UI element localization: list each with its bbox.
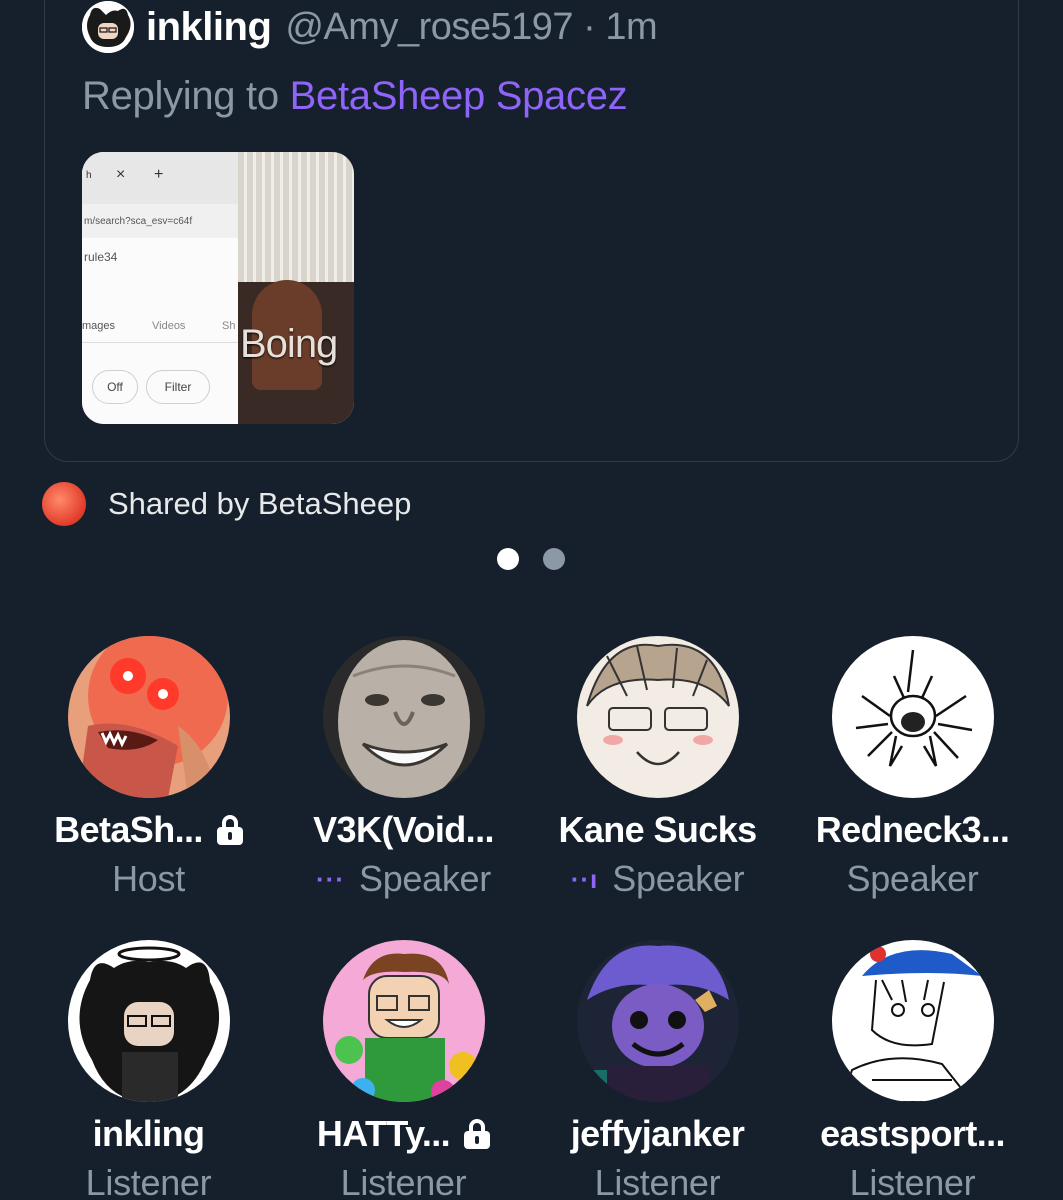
speaking-indicator-icon: ··· — [316, 863, 345, 894]
participant-role: Speaker — [612, 858, 745, 899]
lock-icon — [464, 1119, 491, 1149]
replying-to-mention[interactable]: BetaSheep Spacez — [290, 74, 628, 118]
media-pill-filter: Filter — [146, 370, 210, 404]
sketch-face-avatar — [577, 636, 739, 798]
ink-demon-avatar — [68, 940, 230, 1102]
media-pill-off: Off — [92, 370, 138, 404]
space-screen: inkling @Amy_rose5197 · 1m Replying to B… — [0, 0, 1063, 1200]
media-tab-images: mages — [82, 320, 116, 332]
media-urlbar: m/search?sca_esv=c64f — [82, 204, 238, 238]
purple-creature-avatar — [577, 940, 739, 1102]
participant-tile[interactable]: V3K(Void... ··· Speaker — [276, 636, 531, 906]
media-tab-new-icon: + — [154, 166, 164, 183]
shared-by-avatar — [42, 482, 86, 526]
tweet-author-handle-time: @Amy_rose5197 · 1m — [285, 5, 658, 48]
replying-to-label: Replying to — [82, 74, 279, 118]
participant-role: Host — [112, 858, 185, 899]
red-creature-avatar — [68, 636, 230, 798]
participant-tile[interactable]: HATTy... Listener — [276, 940, 531, 1200]
participant-role-row: Listener — [21, 1160, 276, 1200]
participant-tile[interactable]: inkling Listener — [21, 940, 276, 1200]
participant-name: Kane Sucks — [558, 809, 757, 850]
media-divider — [82, 342, 238, 343]
tweet-header: inkling @Amy_rose5197 · 1m — [82, 1, 658, 53]
participant-name-row: eastsport... — [785, 1110, 1040, 1158]
participant-role-row: Listener — [785, 1160, 1040, 1200]
tweet-author-avatar[interactable] — [82, 1, 134, 53]
participant-tile[interactable]: Kane Sucks ··ı Speaker — [530, 636, 785, 906]
cartoon-boy-avatar — [323, 940, 485, 1102]
participant-name-row: HATTy... — [276, 1110, 531, 1158]
media-tab-fragment: h — [86, 170, 92, 181]
pagination-dot[interactable] — [543, 548, 565, 570]
participant-name: eastsport... — [820, 1113, 1005, 1154]
participant-name: inkling — [92, 1113, 205, 1154]
screaming-doodle-avatar — [832, 636, 994, 798]
participant-role-row: ··ı Speaker — [530, 856, 785, 902]
media-screenshot-browser: h × + m/search?sca_esv=c64f rule34 mages… — [82, 152, 238, 424]
media-pill-filter-label: Filter — [164, 380, 192, 394]
speaking-indicator-icon: ··ı — [570, 863, 599, 894]
participant-name: BetaSh... — [54, 809, 203, 850]
media-query-text: rule34 — [84, 250, 118, 264]
media-browser-tabbar: h × + — [82, 152, 238, 204]
participant-name-row: jeffyjanker — [530, 1110, 785, 1158]
participant-tile[interactable]: BetaSh... Host — [21, 636, 276, 906]
participant-role: Listener — [594, 1162, 721, 1200]
participant-tile[interactable]: jeffyjanker Listener — [530, 940, 785, 1200]
media-tab-close-icon: × — [116, 166, 126, 183]
participant-name-row: V3K(Void... — [276, 806, 531, 854]
participant-name-row: Redneck3... — [785, 806, 1040, 854]
participant-role-row: Listener — [276, 1160, 531, 1200]
participant-name-row: inkling — [21, 1110, 276, 1158]
participant-name: Redneck3... — [815, 809, 1010, 850]
participant-role: Speaker — [846, 858, 979, 899]
participant-role: Speaker — [358, 858, 491, 899]
media-url-text: m/search?sca_esv=c64f — [84, 216, 193, 227]
tweet-author-name[interactable]: inkling — [146, 5, 272, 50]
media-tab-videos: Videos — [152, 320, 186, 332]
participant-role: Listener — [85, 1162, 212, 1200]
participant-role-row: Listener — [530, 1160, 785, 1200]
lock-icon — [216, 815, 243, 845]
tweet-media-image[interactable]: h × + m/search?sca_esv=c64f rule34 mages… — [82, 152, 354, 424]
participant-name: jeffyjanker — [570, 1113, 745, 1154]
pagination-dot-active[interactable] — [497, 548, 519, 570]
replying-to-line: Replying to BetaSheep Spacez — [82, 74, 628, 119]
participant-role-row: Speaker — [785, 856, 1040, 902]
participant-name: V3K(Void... — [313, 809, 494, 850]
participant-name: HATTy... — [316, 1113, 451, 1154]
participant-role: Listener — [849, 1162, 976, 1200]
media-window-blinds — [238, 152, 354, 282]
shared-by-label: Shared by BetaSheep — [108, 486, 412, 521]
smiling-man-avatar — [323, 636, 485, 798]
participant-role: Listener — [340, 1162, 467, 1200]
participant-tile[interactable]: eastsport... Listener — [785, 940, 1040, 1200]
participant-role-row: ··· Speaker — [276, 856, 531, 902]
pagination-dots[interactable] — [497, 548, 565, 570]
media-screenshot-photo: Boing — [238, 152, 354, 424]
participant-name-row: Kane Sucks — [530, 806, 785, 854]
participant-name-row: BetaSh... — [21, 806, 276, 854]
media-tab-short: Sh — [222, 320, 236, 332]
participant-role-row: Host — [21, 856, 276, 902]
media-overlay-text: Boing — [240, 322, 338, 366]
participant-tile[interactable]: Redneck3... Speaker — [785, 636, 1040, 906]
manga-cap-avatar — [832, 940, 994, 1102]
shared-by-row[interactable]: Shared by BetaSheep — [42, 482, 411, 526]
media-pill-off-label: Off — [107, 380, 123, 394]
